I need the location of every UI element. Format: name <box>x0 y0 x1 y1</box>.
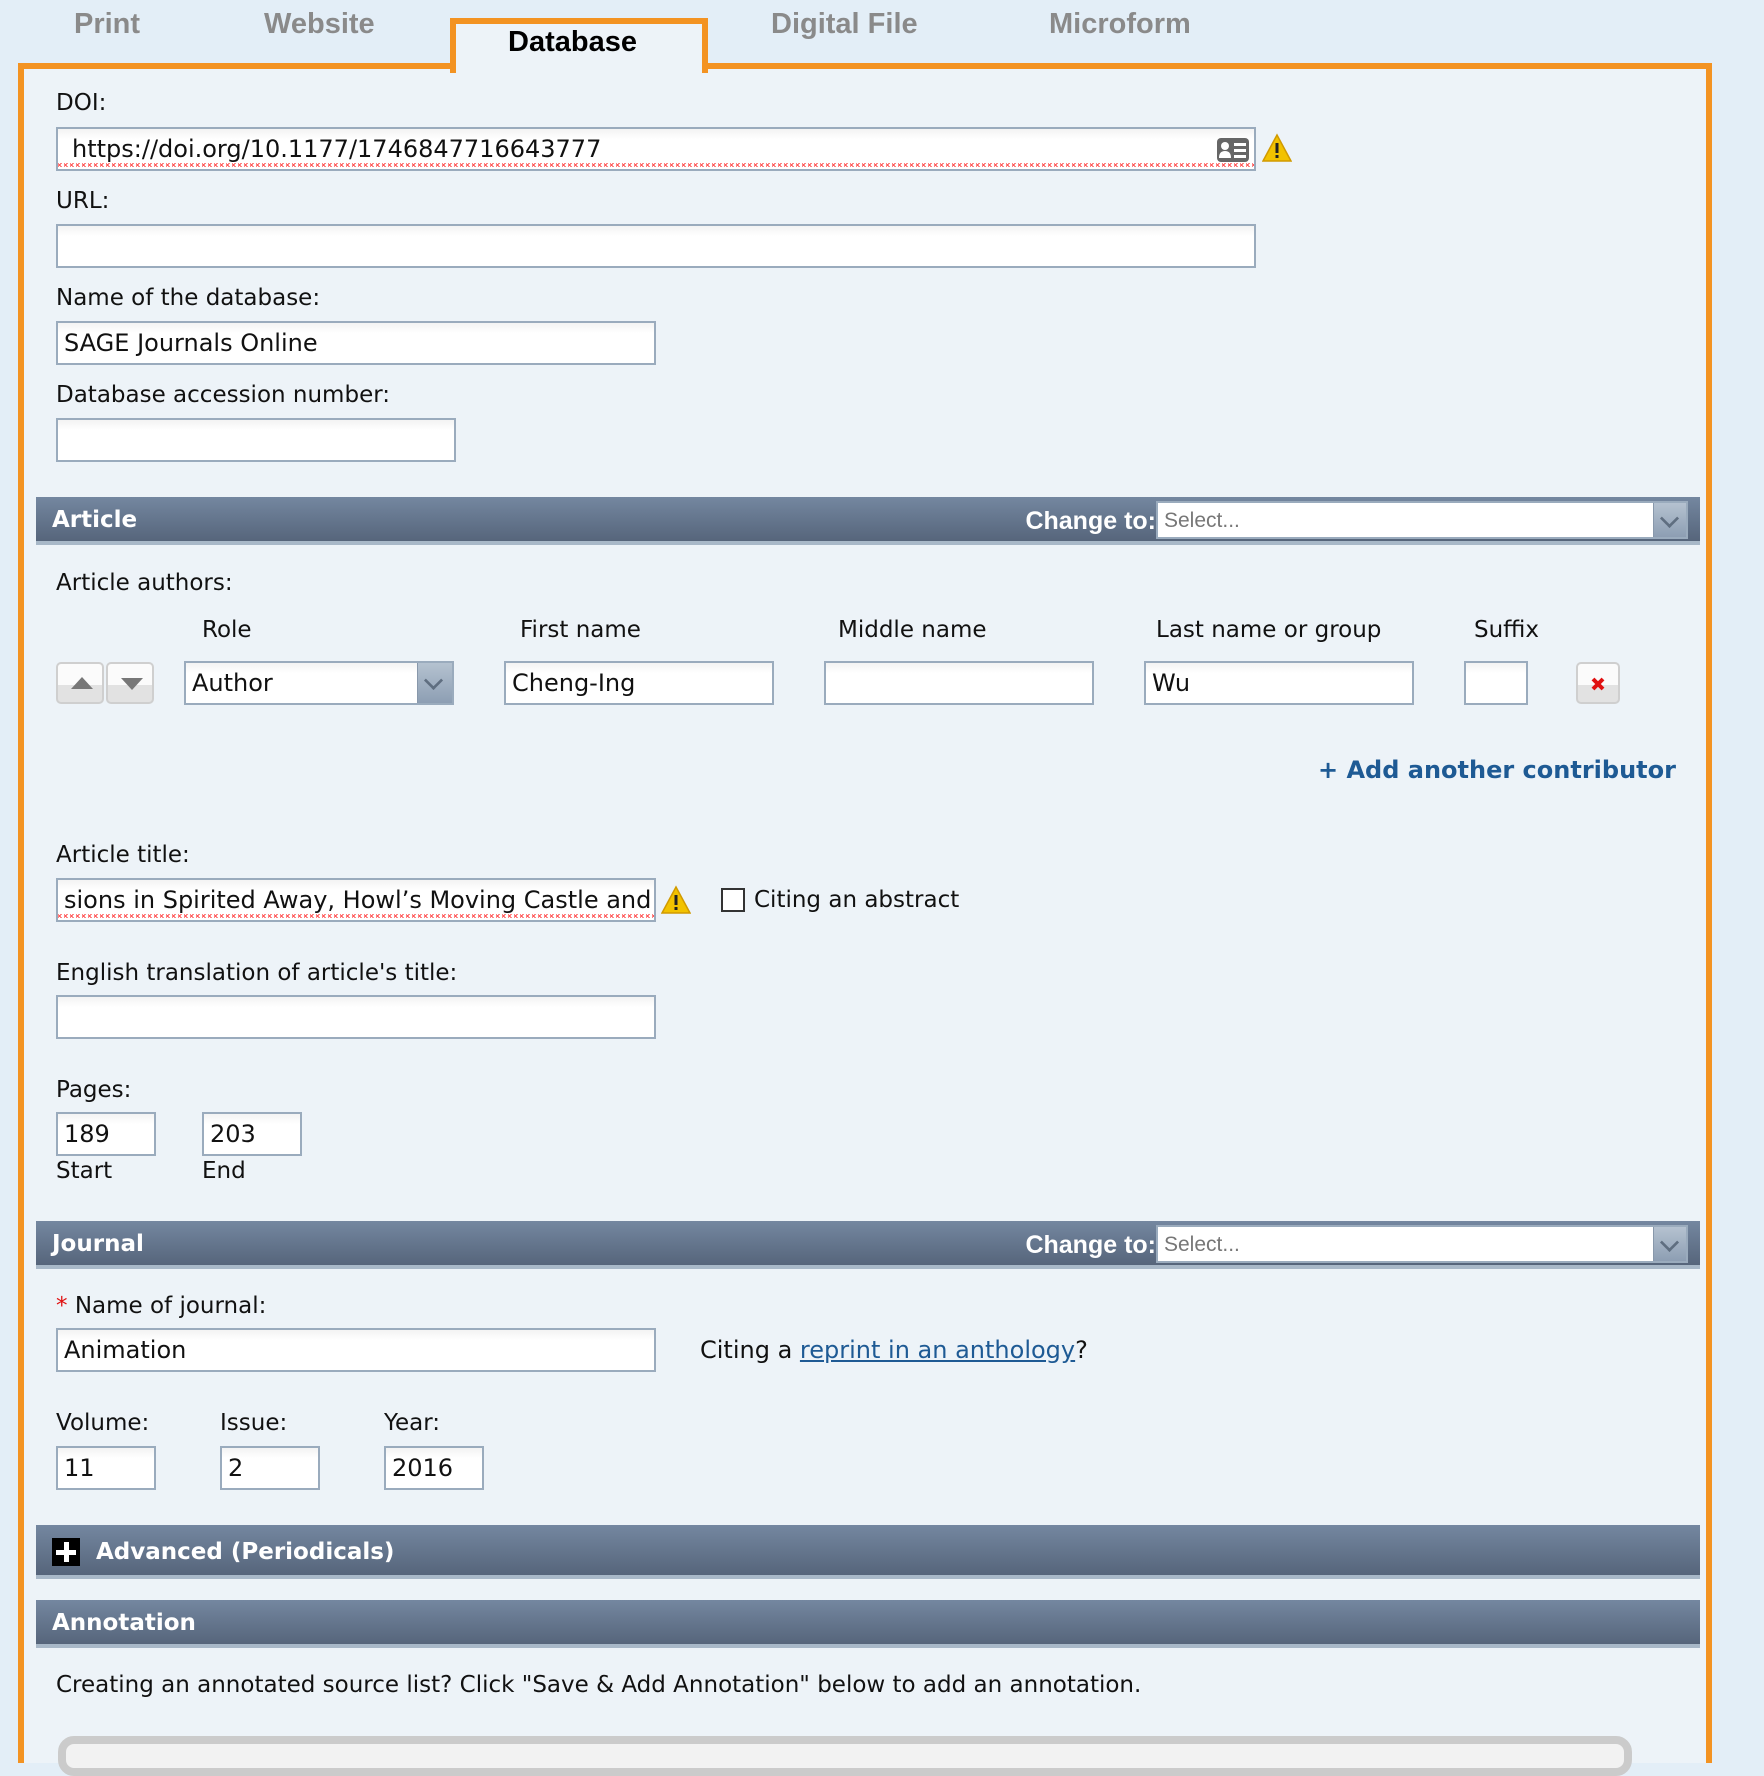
url-input[interactable] <box>56 224 1256 268</box>
accession-number-input[interactable] <box>56 418 456 462</box>
journal-change-to-placeholder: Select... <box>1164 1233 1240 1256</box>
warning-icon <box>661 885 691 914</box>
doi-input[interactable]: https://doi.org/10.1177/1746847716643777 <box>56 127 1256 171</box>
annotation-action-bar <box>58 1736 1632 1776</box>
last-name-input[interactable]: Wu <box>1144 661 1414 705</box>
column-role: Role <box>202 617 252 643</box>
first-name-input[interactable]: Cheng-Ing <box>504 661 774 705</box>
remove-contributor-button[interactable] <box>1576 662 1620 704</box>
add-contributor-link[interactable]: + Add another contributor <box>1318 756 1676 784</box>
database-name-label: Name of the database: <box>56 285 321 311</box>
journal-section-header: Journal Change to: Select... <box>36 1221 1700 1269</box>
required-marker: * <box>56 1293 68 1319</box>
issue-input[interactable]: 2 <box>220 1446 320 1490</box>
tab-website[interactable]: Website <box>264 8 375 41</box>
journal-name-input[interactable]: Animation <box>56 1328 656 1372</box>
tab-print[interactable]: Print <box>74 8 140 41</box>
tab-join <box>456 63 702 75</box>
translation-input[interactable] <box>56 995 656 1039</box>
article-authors-label: Article authors: <box>56 570 233 596</box>
column-suffix: Suffix <box>1474 617 1540 643</box>
annotation-hint: Creating an annotated source list? Click… <box>56 1672 1142 1698</box>
database-name-input[interactable]: SAGE Journals Online <box>56 321 656 365</box>
column-first-name: First name <box>520 617 641 643</box>
year-label: Year: <box>384 1410 441 1436</box>
volume-input[interactable]: 11 <box>56 1446 156 1490</box>
arrow-up-icon <box>71 677 93 689</box>
dropdown-arrow[interactable] <box>1653 1227 1686 1261</box>
accession-number-label: Database accession number: <box>56 382 391 408</box>
dropdown-arrow[interactable] <box>1653 503 1686 537</box>
reprint-suffix: ? <box>1075 1336 1088 1364</box>
tab-digital-file[interactable]: Digital File <box>771 8 918 41</box>
annotation-section-title: Annotation <box>52 1610 196 1636</box>
spellcheck-underline <box>58 914 654 918</box>
advanced-periodicals-header[interactable]: Advanced (Periodicals) <box>36 1525 1700 1579</box>
article-title-input[interactable]: sions in Spirited Away, Howl’s Moving Ca… <box>56 878 656 922</box>
tab-database-label: Database <box>508 26 637 58</box>
article-title-label: Article title: <box>56 842 190 868</box>
middle-name-input[interactable] <box>824 661 1094 705</box>
article-section-title: Article <box>52 507 138 533</box>
reprint-anthology-link[interactable]: reprint in an anthology <box>800 1336 1075 1364</box>
suffix-input[interactable] <box>1464 661 1528 705</box>
pages-start-label: Start <box>56 1158 113 1184</box>
reprint-prompt: Citing a reprint in an anthology? <box>700 1336 1088 1364</box>
pages-label: Pages: <box>56 1077 132 1103</box>
year-input[interactable]: 2016 <box>384 1446 484 1490</box>
chevron-down-icon <box>423 670 444 691</box>
issue-label: Issue: <box>220 1410 288 1436</box>
pages-end-input[interactable]: 203 <box>202 1112 302 1156</box>
article-change-to-placeholder: Select... <box>1164 509 1240 532</box>
pages-start-input[interactable]: 189 <box>56 1112 156 1156</box>
pages-end-label: End <box>202 1158 246 1184</box>
role-value: Author <box>192 669 273 697</box>
column-middle-name: Middle name <box>838 617 987 643</box>
doi-label: DOI: <box>56 90 107 116</box>
journal-change-to-select[interactable]: Select... <box>1156 1225 1688 1263</box>
article-title-value: sions in Spirited Away, Howl’s Moving Ca… <box>64 886 654 914</box>
journal-section-title: Journal <box>52 1231 144 1257</box>
role-select[interactable]: Author <box>184 661 454 705</box>
citing-abstract-label: Citing an abstract <box>754 887 960 913</box>
move-down-button[interactable] <box>106 662 154 704</box>
tab-microform[interactable]: Microform <box>1049 8 1191 41</box>
delete-x-icon <box>1591 677 1605 691</box>
move-up-button[interactable] <box>56 662 104 704</box>
journal-name-label-text: Name of journal: <box>74 1293 267 1319</box>
citing-abstract-checkbox[interactable] <box>721 888 745 912</box>
article-section-header: Article Change to: Select... <box>36 497 1700 545</box>
plus-icon[interactable] <box>52 1538 80 1566</box>
contact-card-icon[interactable] <box>1216 137 1250 163</box>
spellcheck-underline <box>58 163 1254 167</box>
article-change-to-label: Change to: <box>1025 507 1156 535</box>
journal-change-to-label: Change to: <box>1025 1231 1156 1259</box>
reprint-prefix: Citing a <box>700 1336 800 1364</box>
annotation-section-header: Annotation <box>36 1600 1700 1648</box>
arrow-down-icon <box>121 678 143 690</box>
journal-name-label: * Name of journal: <box>56 1293 266 1319</box>
translation-label: English translation of article's title: <box>56 960 458 986</box>
doi-value: https://doi.org/10.1177/1746847716643777 <box>72 135 602 163</box>
chevron-down-icon <box>1659 508 1680 529</box>
volume-label: Volume: <box>56 1410 150 1436</box>
url-label: URL: <box>56 188 110 214</box>
warning-icon <box>1262 133 1292 162</box>
role-dropdown-arrow[interactable] <box>417 663 452 703</box>
column-last-name: Last name or group <box>1156 617 1382 643</box>
advanced-title: Advanced (Periodicals) <box>96 1539 395 1565</box>
chevron-down-icon <box>1659 1232 1680 1253</box>
article-change-to-select[interactable]: Select... <box>1156 501 1688 539</box>
